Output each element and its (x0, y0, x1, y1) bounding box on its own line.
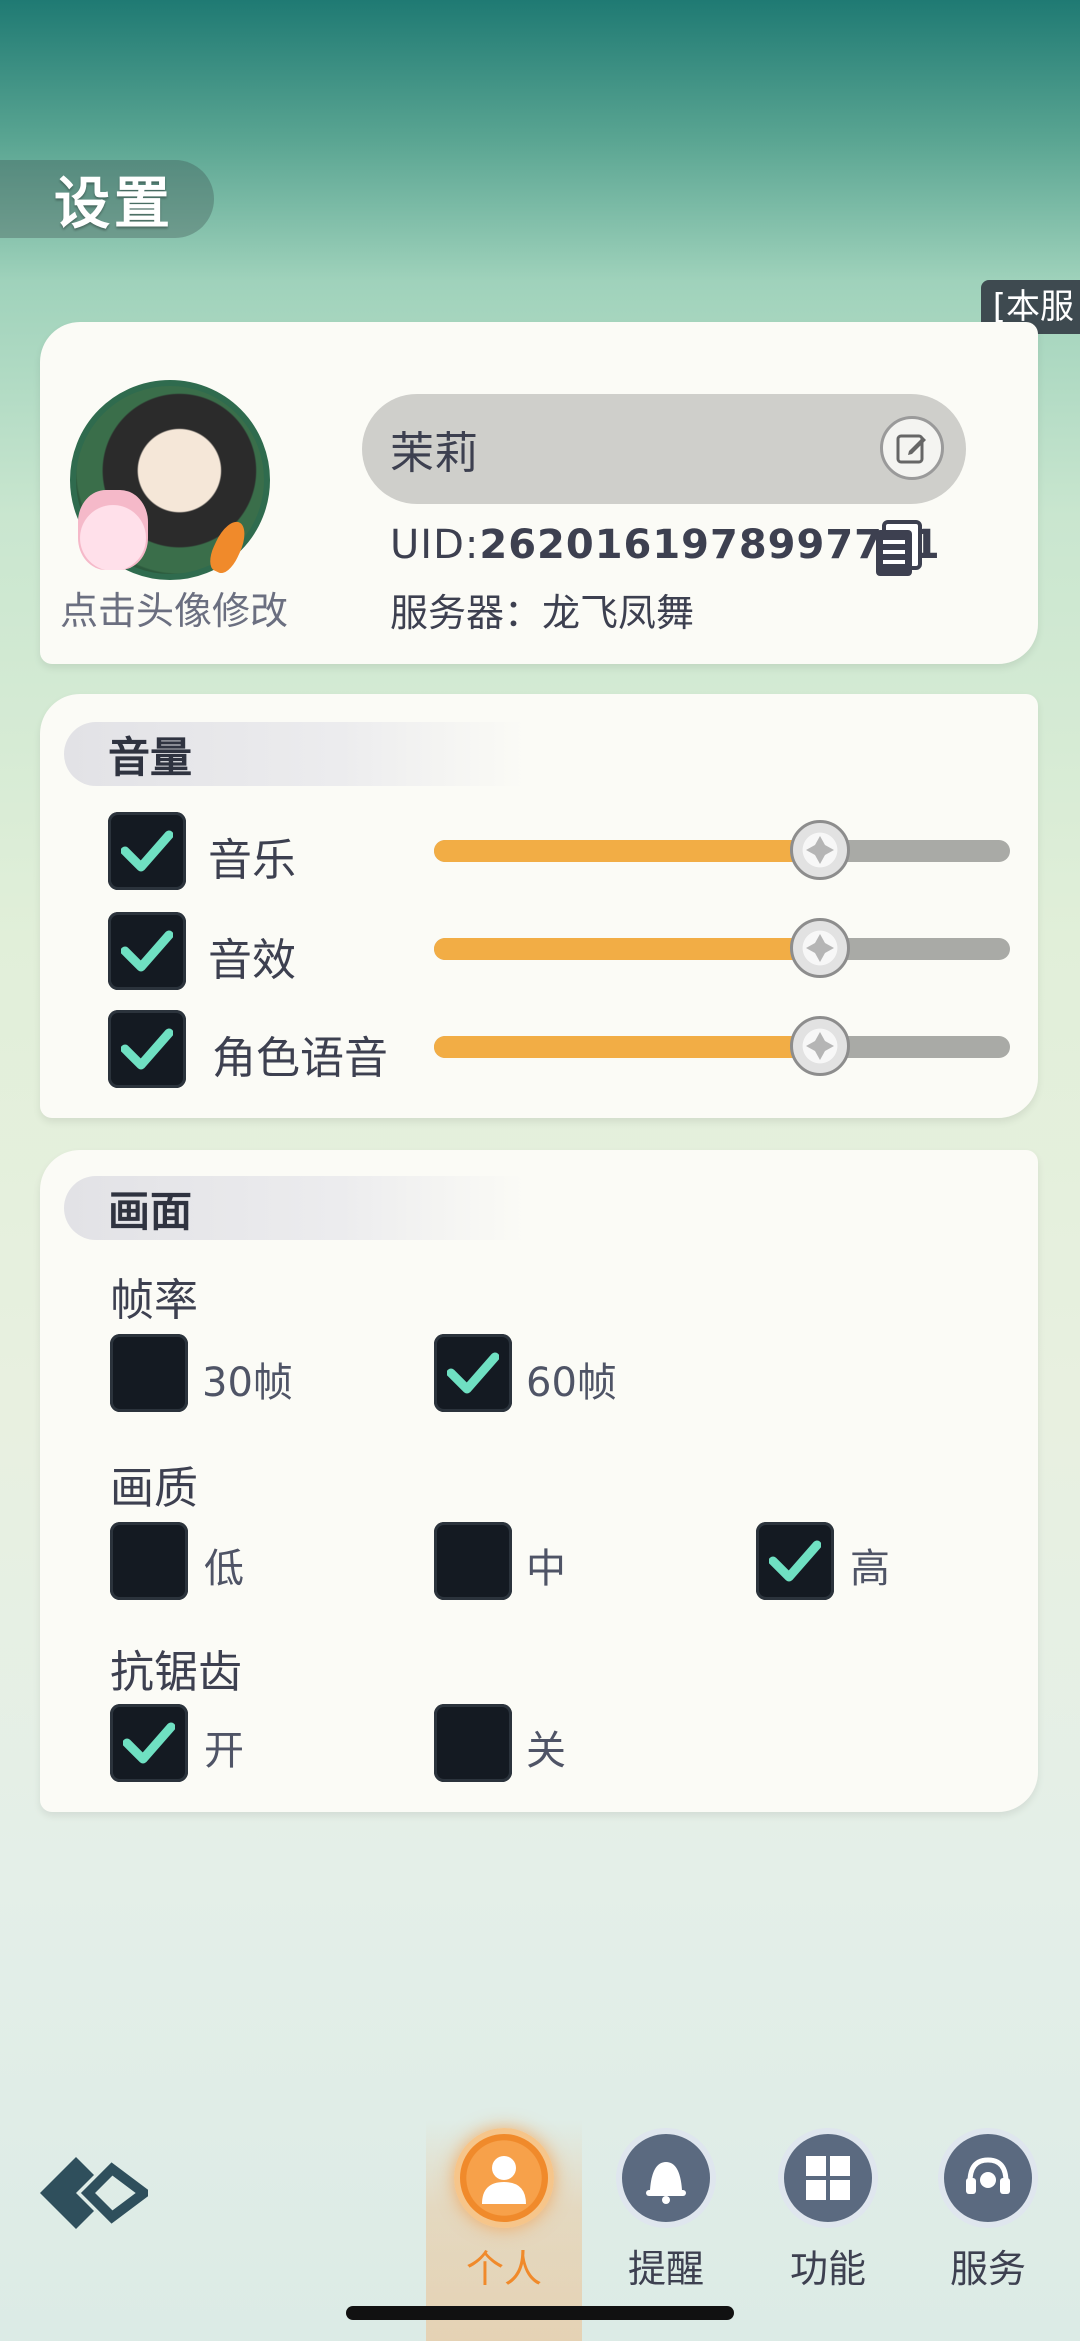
music-slider-knob[interactable] (789, 820, 850, 880)
sfx-slider-knob[interactable] (789, 918, 850, 978)
checkmark-icon (447, 1352, 499, 1394)
avatar-hint: 点击头像修改 (60, 589, 289, 633)
voice-slider-knob[interactable] (789, 1016, 850, 1076)
checkmark-icon (121, 1028, 173, 1070)
music-label: 音乐 (208, 835, 296, 886)
fps-60-checkbox[interactable] (434, 1334, 512, 1412)
nav-features-label: 功能 (789, 2247, 866, 2291)
voice-slider[interactable] (434, 1016, 1010, 1076)
quality-high-label: 高 (850, 1546, 890, 1592)
quality-low-checkbox[interactable] (110, 1522, 188, 1600)
antialias-label: 抗锯齿 (110, 1647, 242, 1698)
quality-mid-checkbox[interactable] (434, 1522, 512, 1600)
server-label: 服务器： (390, 591, 543, 635)
sfx-label: 音效 (208, 935, 296, 986)
nav-features[interactable]: 功能 (750, 2120, 906, 2341)
quality-mid-label: 中 (526, 1546, 566, 1592)
voice-label: 角色语音 (212, 1033, 388, 1084)
sfx-slider-fill (434, 938, 820, 960)
quality-low-label: 低 (204, 1546, 244, 1592)
fps-30-checkbox[interactable] (110, 1334, 188, 1412)
checkmark-icon (123, 1722, 175, 1764)
uid-text: UID:2620161978997721 (390, 522, 941, 568)
quality-high-checkbox[interactable] (756, 1522, 834, 1600)
page-title: 设置 (54, 171, 174, 237)
grid-icon (778, 2128, 878, 2228)
music-checkbox[interactable] (108, 812, 186, 890)
nav-service-label: 服务 (949, 2247, 1026, 2291)
player-name: 茉莉 (390, 428, 478, 479)
fps-label: 帧率 (110, 1275, 198, 1326)
voice-slider-fill (434, 1036, 820, 1058)
edit-icon (896, 434, 926, 464)
nav-service[interactable]: 服务 (910, 2120, 1066, 2341)
page-title-bar: 设置 (0, 160, 214, 238)
nav-personal-label: 个人 (465, 2247, 542, 2291)
checkmark-icon (121, 830, 173, 872)
checkmark-icon (769, 1540, 821, 1582)
game-logo-icon[interactable] (36, 2148, 148, 2238)
antialias-off-checkbox[interactable] (434, 1704, 512, 1782)
antialias-on-checkbox[interactable] (110, 1704, 188, 1782)
fps-60-label: 60帧 (526, 1360, 617, 1406)
display-section-header: 画面 (64, 1176, 524, 1240)
home-indicator[interactable] (346, 2306, 734, 2320)
server-name: 龙飞凤舞 (542, 591, 695, 635)
antialias-on-label: 开 (204, 1728, 244, 1774)
sfx-checkbox[interactable] (108, 912, 186, 990)
slider-knob-icon (805, 836, 834, 864)
copy-icon[interactable] (872, 520, 924, 580)
person-icon (454, 2128, 554, 2228)
bell-icon (616, 2128, 716, 2228)
volume-section-header: 音量 (64, 722, 524, 786)
name-field[interactable]: 茉莉 (362, 394, 966, 504)
music-slider[interactable] (434, 820, 1010, 880)
edit-name-button[interactable] (880, 416, 944, 480)
headset-icon (938, 2128, 1038, 2228)
fps-30-label: 30帧 (202, 1360, 293, 1406)
server-info: 服务器：龙飞凤舞 (390, 582, 694, 637)
sfx-slider[interactable] (434, 918, 1010, 978)
volume-section-title: 音量 (108, 732, 193, 782)
antialias-off-label: 关 (526, 1728, 566, 1774)
nav-reminder-label: 提醒 (627, 2247, 704, 2291)
voice-checkbox[interactable] (108, 1010, 186, 1088)
slider-knob-icon (805, 1032, 834, 1060)
uid-prefix: UID: (390, 522, 480, 568)
music-slider-fill (434, 840, 820, 862)
avatar-bunny-decoration (78, 490, 148, 570)
display-section-title: 画面 (108, 1186, 193, 1236)
slider-knob-icon (805, 934, 834, 962)
quality-label: 画质 (110, 1463, 198, 1514)
checkmark-icon (121, 930, 173, 972)
